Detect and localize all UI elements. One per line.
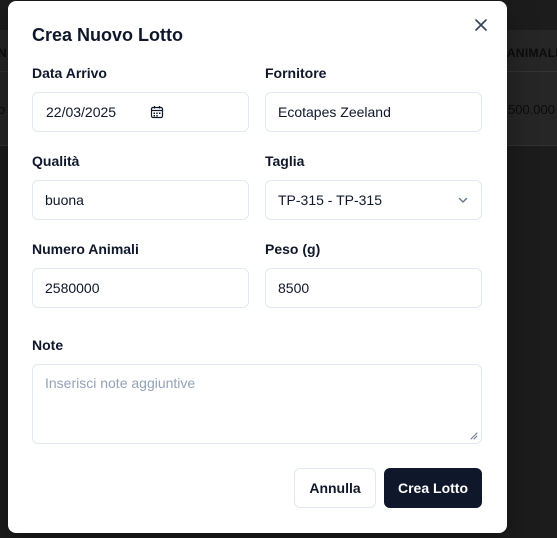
resize-handle-icon[interactable] xyxy=(470,432,478,440)
supplier-label: Fornitore xyxy=(265,65,327,81)
calendar-icon[interactable] xyxy=(150,105,164,119)
background-cell-animali: 500.000 xyxy=(508,102,555,117)
notes-label: Note xyxy=(32,337,64,353)
weight-value: 8500 xyxy=(278,280,310,296)
weight-label: Peso (g) xyxy=(265,241,321,257)
background-column-header-animali: ANIMALI xyxy=(506,46,557,60)
cancel-button[interactable]: Annulla xyxy=(294,468,376,508)
background-cell-left: o xyxy=(0,102,6,117)
background-column-header-left: N xyxy=(0,46,7,60)
animal-count-value: 2580000 xyxy=(45,280,100,296)
quality-label: Qualità xyxy=(32,153,80,169)
quality-input[interactable]: buona xyxy=(32,180,249,220)
animal-count-label: Numero Animali xyxy=(32,241,139,257)
size-label: Taglia xyxy=(265,153,305,169)
animal-count-input[interactable]: 2580000 xyxy=(32,268,249,308)
size-select[interactable]: TP-315 - TP-315 xyxy=(265,180,482,220)
notes-placeholder: Inserisci note aggiuntive xyxy=(45,375,196,391)
arrival-date-value: 22/03/2025 xyxy=(46,104,117,120)
arrival-date-input[interactable]: 22/03/2025 xyxy=(32,92,249,132)
quality-value: buona xyxy=(45,192,84,208)
dialog-title: Crea Nuovo Lotto xyxy=(32,25,183,45)
create-batch-button[interactable]: Crea Lotto xyxy=(384,468,482,508)
supplier-value: Ecotapes Zeeland xyxy=(278,104,391,120)
notes-textarea[interactable]: Inserisci note aggiuntive xyxy=(32,364,482,444)
chevron-down-icon xyxy=(457,194,469,206)
close-icon[interactable] xyxy=(475,19,487,31)
create-batch-dialog: Crea Nuovo Lotto Data Arrivo 22/03/2025 … xyxy=(8,1,507,533)
close-button[interactable] xyxy=(471,15,491,35)
weight-input[interactable]: 8500 xyxy=(265,268,482,308)
supplier-input[interactable]: Ecotapes Zeeland xyxy=(265,92,482,132)
arrival-date-label: Data Arrivo xyxy=(32,65,107,81)
size-value: TP-315 - TP-315 xyxy=(278,192,383,208)
